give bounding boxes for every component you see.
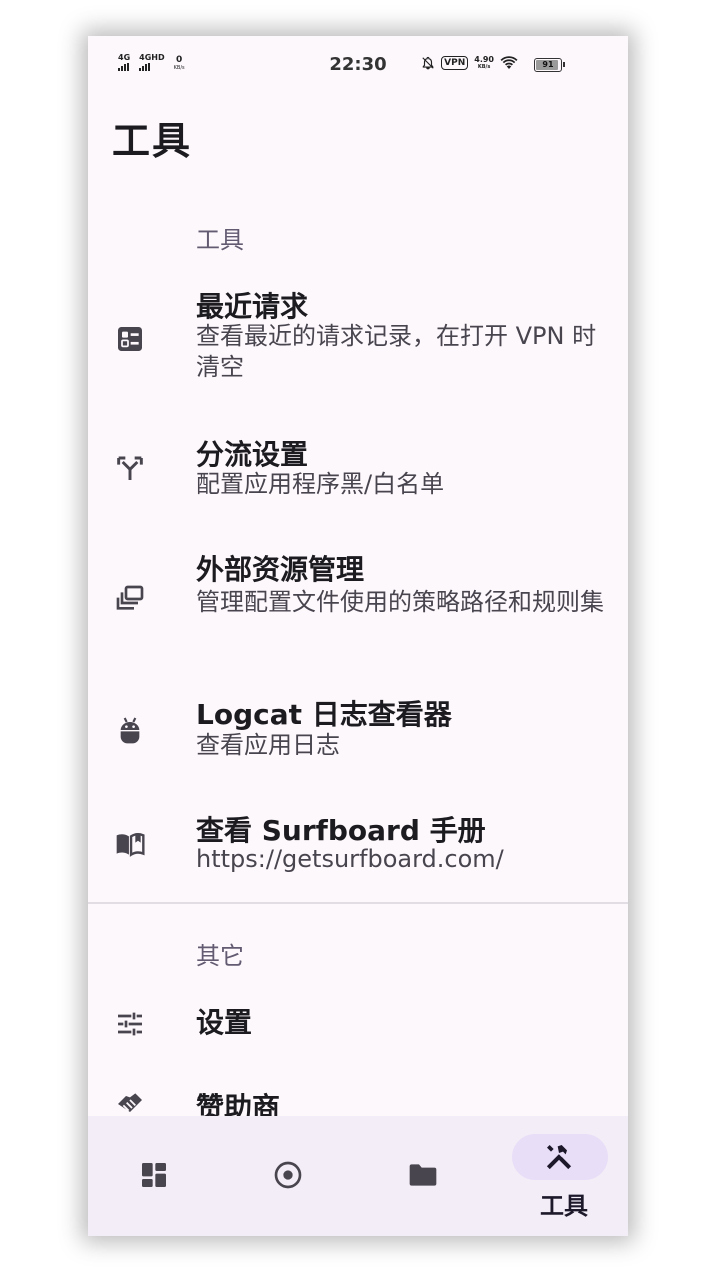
split-route-icon [117, 456, 143, 480]
nav-dashboard[interactable] [88, 1116, 223, 1236]
status-bar: 4G 4GHD 0 KB/s 22:30 VPN 4.90 KB/s 91 [88, 36, 628, 96]
list-item-manual[interactable]: 查看 Surfboard 手册 https://getsurfboard.com… [88, 808, 628, 888]
item-subtitle: 配置应用程序黑/白名单 [196, 470, 445, 498]
net-speed: 4.90 KB/s [474, 55, 494, 71]
bottom-navigation: 工具 [88, 1116, 628, 1236]
item-title: 查看 Surfboard 手册 [196, 814, 486, 847]
notifications-off-icon [422, 56, 434, 70]
item-subtitle: 查看最近的请求记录，在打开 VPN 时清空 [196, 322, 597, 381]
list-item-external-resources[interactable]: 外部资源管理 管理配置文件使用的策略路径和规则集 [88, 543, 628, 663]
item-subtitle: 管理配置文件使用的策略路径和规则集 [196, 588, 604, 616]
list-item-settings[interactable]: 设置 [88, 991, 628, 1061]
item-subtitle: 查看应用日志 [196, 731, 340, 759]
folder-icon [409, 1164, 437, 1186]
android-icon [120, 717, 140, 744]
wifi-icon [500, 56, 518, 69]
item-title: 外部资源管理 [196, 553, 365, 586]
item-title: 设置 [196, 1006, 253, 1039]
battery-icon: 91 [534, 58, 565, 72]
tune-icon [118, 1012, 142, 1036]
page-title: 工具 [112, 119, 193, 163]
net-speed-value: 4.90 [474, 55, 494, 64]
battery-level: 91 [542, 60, 554, 69]
list-item-logcat[interactable]: Logcat 日志查看器 查看应用日志 [88, 692, 628, 772]
list-item-split-settings[interactable]: 分流设置 配置应用程序黑/白名单 [88, 428, 628, 508]
resources-icon [116, 585, 144, 610]
item-title: Logcat 日志查看器 [196, 698, 452, 731]
tools-icon [546, 1145, 572, 1170]
dashboard-icon [142, 1163, 166, 1187]
nav-tools[interactable]: 工具 [493, 1116, 628, 1236]
item-subtitle: https://getsurfboard.com/ [196, 845, 504, 873]
section-divider [88, 902, 628, 904]
section-header-other: 其它 [196, 942, 244, 970]
item-title: 分流设置 [196, 438, 309, 471]
net-speed-unit: KB/s [477, 64, 491, 70]
request-list-icon [118, 327, 142, 351]
nav-tools-label: 工具 [540, 1192, 588, 1220]
nav-connection[interactable] [223, 1116, 358, 1236]
nav-profiles[interactable] [358, 1116, 493, 1236]
section-header-tools: 工具 [196, 226, 244, 254]
item-title: 最近请求 [196, 290, 309, 323]
list-item-recent-requests[interactable]: 最近请求 查看最近的请求记录，在打开 VPN 时清空 [88, 281, 628, 401]
radio-target-icon [274, 1161, 302, 1189]
vpn-badge: VPN [441, 56, 469, 70]
book-icon [116, 833, 145, 857]
phone-screen: 4G 4GHD 0 KB/s 22:30 VPN 4.90 KB/s 91 工具… [88, 36, 628, 1236]
